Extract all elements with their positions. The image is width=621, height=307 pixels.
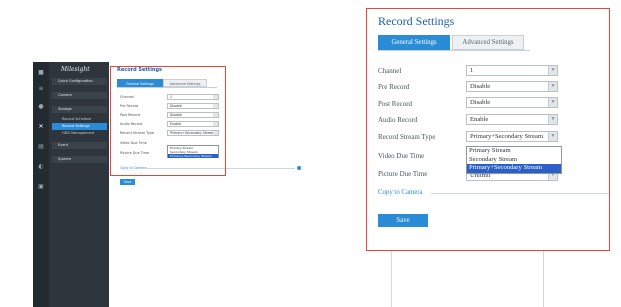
highlight-box: [110, 66, 226, 176]
settings-nav: Milesight Quick Configuration Camera Stora…: [49, 62, 109, 307]
zoom-post-record-value: Disable: [470, 99, 491, 106]
screenshot-stage: ■ ≡ ● ✕ ▤ ◐ ▣ Milesight Quick Configurat…: [0, 0, 621, 307]
zoom-audio-record-select[interactable]: Enable ▼: [466, 114, 558, 125]
zoom-save-button[interactable]: Save: [378, 214, 428, 227]
save-button[interactable]: Save: [120, 179, 135, 185]
nav-item-system[interactable]: System: [52, 156, 107, 163]
zoom-stream-type-dropdown: Primary Stream Secondary Stream Primary+…: [466, 146, 562, 174]
nav-item-camera[interactable]: Camera: [52, 92, 107, 99]
zoom-audio-record-value: Enable: [470, 116, 489, 123]
chevron-down-icon: ▼: [548, 115, 557, 124]
zoom-stream-type-value: Primary+Secondary Stream: [470, 133, 544, 140]
zoom-pre-record-select[interactable]: Disable ▼: [466, 81, 558, 92]
panel-border: [543, 251, 544, 307]
chevron-down-icon: ▼: [548, 66, 557, 75]
zoom-channel-value: 1: [470, 67, 474, 74]
nav-item-event[interactable]: Event: [52, 142, 107, 149]
zoom-stream-type-label: Record Stream Type: [378, 133, 436, 141]
zoom-post-record-select[interactable]: Disable ▼: [466, 97, 558, 108]
zoom-copy-to-camera-link[interactable]: Copy to Camera: [378, 189, 423, 196]
maintenance-icon[interactable]: ◐: [37, 164, 45, 170]
zoom-post-record-label: Post Record: [378, 100, 413, 108]
zoom-tab-general-settings[interactable]: General Settings: [378, 35, 450, 50]
status-icon[interactable]: ▤: [37, 144, 45, 150]
dropdown-option-primary[interactable]: Primary Stream: [467, 147, 561, 156]
zoom-page-title: Record Settings: [378, 14, 455, 28]
chevron-down-icon: ▼: [548, 132, 557, 141]
zoom-tab-divider: [378, 50, 530, 51]
zoom-copy-divider: [431, 193, 609, 194]
chevron-down-icon: ▼: [548, 98, 557, 107]
dropdown-option-secondary[interactable]: Secondary Stream: [467, 156, 561, 165]
zoom-picture-due-label: Picture Due Time: [378, 170, 428, 178]
chevron-down-icon: ▼: [548, 82, 557, 91]
brand-logo: Milesight: [61, 66, 90, 73]
nav-item-record-settings[interactable]: Record Settings: [52, 123, 107, 130]
zoom-audio-record-label: Audio Record: [378, 116, 418, 124]
zoom-tab-advanced-settings[interactable]: Advanced Settings: [452, 35, 524, 50]
copy-expand-handle[interactable]: [297, 166, 301, 170]
dropdown-option-primary-secondary[interactable]: Primary+Secondary Stream: [467, 164, 561, 173]
search-icon[interactable]: ●: [37, 104, 45, 110]
zoom-stream-type-select[interactable]: Primary+Secondary Stream ▼: [466, 131, 558, 142]
nav-item-record-schedule[interactable]: Record Schedule: [52, 116, 107, 123]
zoom-channel-select[interactable]: 1 ▼: [466, 65, 558, 76]
zoomed-record-settings: Record Settings General Settings Advance…: [366, 8, 610, 251]
live-view-icon[interactable]: ■: [37, 70, 45, 76]
nav-item-quick-configuration[interactable]: Quick Configuration: [52, 78, 107, 85]
zoom-pre-record-label: Pre Record: [378, 83, 410, 91]
zoom-video-due-label: Video Due Time: [378, 152, 425, 160]
playback-icon[interactable]: ≡: [37, 86, 45, 92]
nav-item-hdd-management[interactable]: HDD Management: [52, 130, 107, 137]
nav-item-storage[interactable]: Storage: [52, 106, 107, 113]
icon-rail: ■ ≡ ● ✕ ▤ ◐ ▣: [33, 62, 49, 307]
zoom-pre-record-value: Disable: [470, 83, 491, 90]
logout-icon[interactable]: ▣: [37, 184, 45, 190]
zoom-channel-label: Channel: [378, 67, 402, 75]
settings-icon[interactable]: ✕: [37, 124, 45, 130]
